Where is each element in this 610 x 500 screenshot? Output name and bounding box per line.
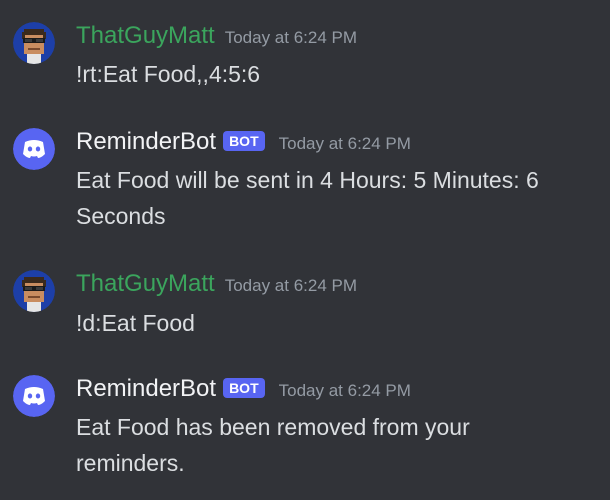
message-text: !rt:Eat Food,,4:5:6 bbox=[76, 61, 261, 87]
message-text-line: reminders. bbox=[76, 450, 185, 476]
username[interactable]: ReminderBot bbox=[76, 375, 216, 403]
user-avatar[interactable] bbox=[13, 270, 55, 312]
message-timestamp[interactable]: Today at 6:24 PM bbox=[225, 28, 357, 48]
bot-badge: BOT bbox=[223, 131, 265, 151]
pixel-sunglasses-avatar-icon bbox=[13, 22, 55, 64]
pixel-sunglasses-avatar-icon bbox=[13, 270, 55, 312]
user-avatar[interactable] bbox=[13, 22, 55, 64]
bot-avatar[interactable] bbox=[13, 128, 55, 170]
discord-logo-avatar-icon bbox=[13, 375, 55, 417]
message-content: !rt:Eat Food,,4:5:6 bbox=[76, 56, 596, 92]
username[interactable]: ReminderBot bbox=[76, 128, 216, 156]
message-content: !d:Eat Food bbox=[76, 305, 596, 341]
message-text-line: Seconds bbox=[76, 203, 166, 229]
username[interactable]: ThatGuyMatt bbox=[76, 22, 215, 50]
message-text: !d:Eat Food bbox=[76, 310, 195, 336]
bot-avatar[interactable] bbox=[13, 375, 55, 417]
discord-logo-avatar-icon bbox=[13, 128, 55, 170]
message-timestamp[interactable]: Today at 6:24 PM bbox=[279, 134, 411, 154]
message-text-line: Eat Food has been removed from your bbox=[76, 414, 470, 440]
message-timestamp[interactable]: Today at 6:24 PM bbox=[279, 381, 411, 401]
message-content: Eat Food has been removed from your remi… bbox=[76, 409, 596, 481]
message-text-line: Eat Food will be sent in 4 Hours: 5 Minu… bbox=[76, 167, 539, 193]
bot-badge: BOT bbox=[223, 378, 265, 398]
message-timestamp[interactable]: Today at 6:24 PM bbox=[225, 276, 357, 296]
username[interactable]: ThatGuyMatt bbox=[76, 270, 215, 298]
message-content: Eat Food will be sent in 4 Hours: 5 Minu… bbox=[76, 162, 596, 234]
